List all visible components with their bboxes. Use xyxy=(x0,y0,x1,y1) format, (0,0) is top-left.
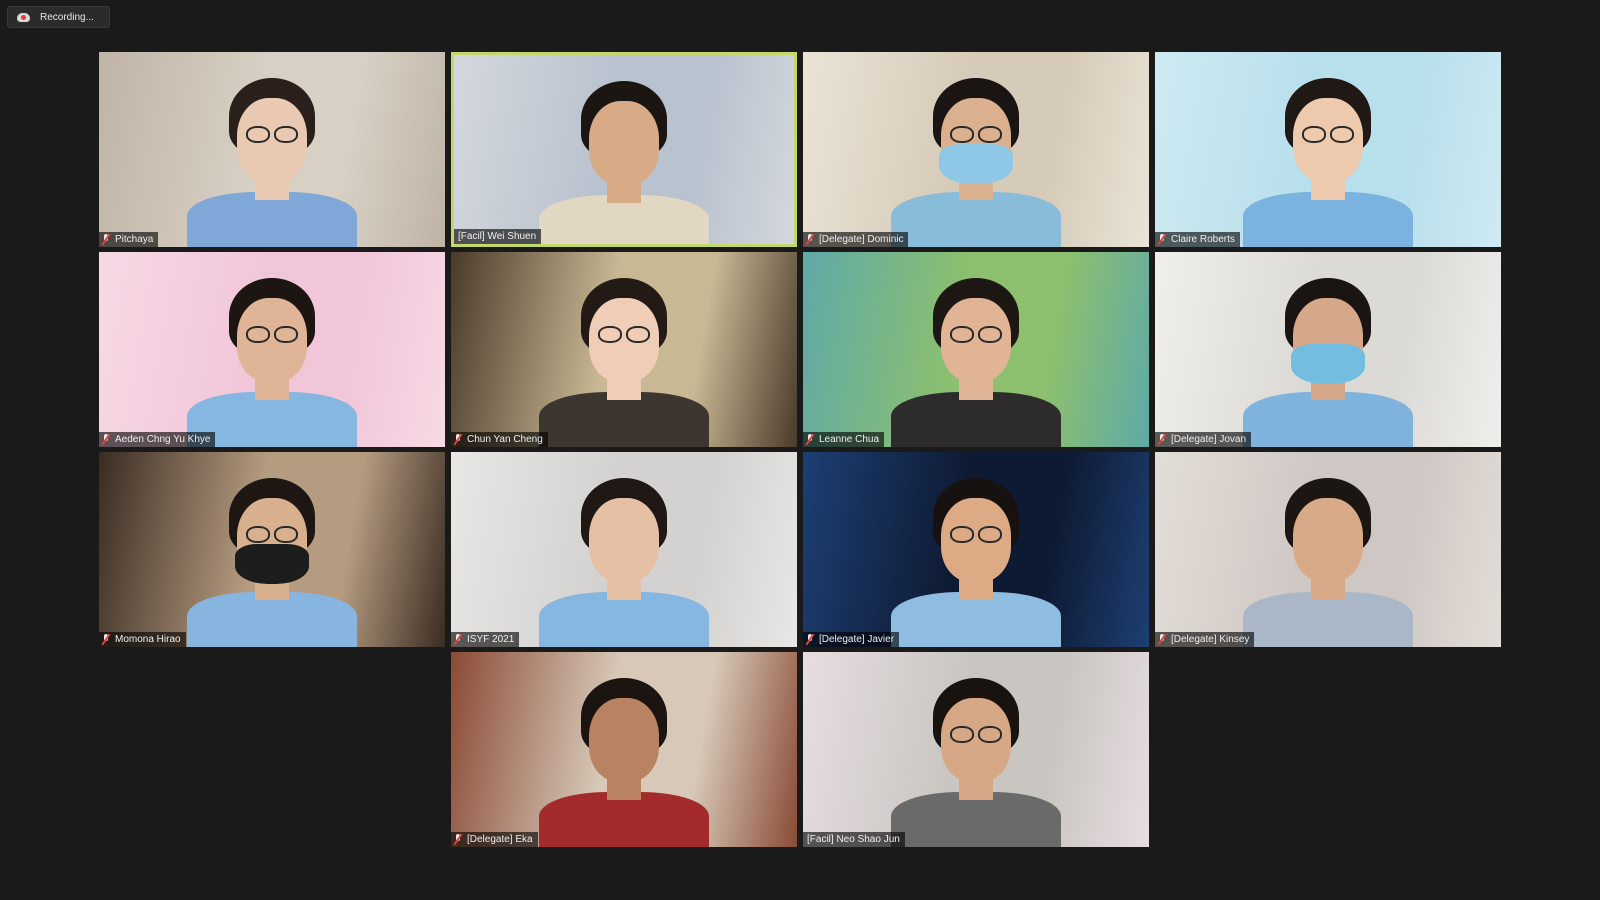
participant-video-person xyxy=(876,252,1076,447)
participant-name: ISYF 2021 xyxy=(467,634,515,645)
participant-video-person xyxy=(524,252,724,447)
participant-video-person xyxy=(876,652,1076,847)
muted-mic-icon xyxy=(453,833,463,846)
participant-name-tag: Claire Roberts xyxy=(1155,232,1240,247)
participant-name-tag: Pitchaya xyxy=(99,232,159,247)
participant-name: [Facil] Wei Shuen xyxy=(458,231,537,242)
participant-name: Claire Roberts xyxy=(1171,234,1235,245)
participant-name: [Delegate] Javier xyxy=(819,634,895,645)
video-call-window: Recording... Pitchaya [Facil] Wei Shuen [D… xyxy=(0,0,1600,900)
participant-name-tag: [Delegate] Dominic xyxy=(803,232,909,247)
glasses xyxy=(246,526,298,543)
participant-name-tag: Leanne Chua xyxy=(803,432,885,447)
participant-video-person xyxy=(524,452,724,647)
participant-name-tag: Aeden Chng Yu Khye xyxy=(99,432,216,447)
participant-tile[interactable]: Chun Yan Cheng xyxy=(451,252,797,447)
participant-tile[interactable]: [Facil] Neo Shao Jun xyxy=(803,652,1149,847)
participant-tile[interactable]: Aeden Chng Yu Khye xyxy=(99,252,445,447)
participant-video-person xyxy=(1228,252,1428,447)
participant-name: Leanne Chua xyxy=(819,434,880,445)
glasses xyxy=(1302,126,1354,143)
participant-name: [Delegate] Dominic xyxy=(819,234,904,245)
participant-name: Pitchaya xyxy=(115,234,154,245)
participant-name-tag: [Facil] Wei Shuen xyxy=(454,229,542,244)
muted-mic-icon xyxy=(101,233,111,246)
recording-label: Recording... xyxy=(40,11,94,23)
glasses xyxy=(950,726,1002,743)
participant-tile[interactable]: [Delegate] Javier xyxy=(803,452,1149,647)
face-mask xyxy=(1291,344,1365,384)
participant-tile[interactable]: [Delegate] Eka xyxy=(451,652,797,847)
muted-mic-icon xyxy=(805,233,815,246)
participant-video-person xyxy=(876,452,1076,647)
participant-tile[interactable]: Leanne Chua xyxy=(803,252,1149,447)
participant-video-person xyxy=(1228,452,1428,647)
participant-tile[interactable]: [Facil] Wei Shuen xyxy=(451,52,797,247)
glasses xyxy=(950,126,1002,143)
participant-name-tag: [Delegate] Javier xyxy=(803,632,900,647)
participant-name: Aeden Chng Yu Khye xyxy=(115,434,211,445)
participant-tile[interactable]: Momona Hirao xyxy=(99,452,445,647)
participant-name: [Delegate] Eka xyxy=(467,834,533,845)
participant-name: [Delegate] Kinsey xyxy=(1171,634,1250,645)
participant-tile[interactable]: [Delegate] Jovan xyxy=(1155,252,1501,447)
muted-mic-icon xyxy=(805,433,815,446)
muted-mic-icon xyxy=(101,433,111,446)
participant-tile[interactable]: Claire Roberts xyxy=(1155,52,1501,247)
participant-video-person xyxy=(1228,52,1428,247)
participant-video-person xyxy=(172,252,372,447)
glasses xyxy=(246,326,298,343)
participant-name-tag: [Facil] Neo Shao Jun xyxy=(803,832,905,847)
participant-name-tag: ISYF 2021 xyxy=(451,632,520,647)
participant-video-person xyxy=(172,452,372,647)
participant-name-tag: [Delegate] Jovan xyxy=(1155,432,1252,447)
participant-name-tag: [Delegate] Eka xyxy=(451,832,538,847)
muted-mic-icon xyxy=(805,633,815,646)
participant-name-tag: [Delegate] Kinsey xyxy=(1155,632,1255,647)
glasses xyxy=(950,526,1002,543)
face-mask xyxy=(235,544,309,584)
cloud-record-icon xyxy=(17,12,30,23)
participant-tile[interactable]: [Delegate] Kinsey xyxy=(1155,452,1501,647)
muted-mic-icon xyxy=(453,633,463,646)
muted-mic-icon xyxy=(1157,233,1167,246)
face-mask xyxy=(939,144,1013,184)
participant-name-tag: Chun Yan Cheng xyxy=(451,432,548,447)
glasses xyxy=(246,126,298,143)
participant-tile[interactable]: Pitchaya xyxy=(99,52,445,247)
muted-mic-icon xyxy=(1157,433,1167,446)
participant-video-person xyxy=(172,52,372,247)
participant-tile[interactable]: ISYF 2021 xyxy=(451,452,797,647)
muted-mic-icon xyxy=(1157,633,1167,646)
participant-video-person xyxy=(524,55,724,244)
glasses xyxy=(950,326,1002,343)
participant-name: [Facil] Neo Shao Jun xyxy=(807,834,900,845)
muted-mic-icon xyxy=(453,433,463,446)
participant-video-person xyxy=(524,652,724,847)
participant-name: [Delegate] Jovan xyxy=(1171,434,1247,445)
participant-name: Momona Hirao xyxy=(115,634,181,645)
recording-indicator[interactable]: Recording... xyxy=(7,6,110,28)
participant-name-tag: Momona Hirao xyxy=(99,632,186,647)
participant-tile[interactable]: [Delegate] Dominic xyxy=(803,52,1149,247)
participant-name: Chun Yan Cheng xyxy=(467,434,543,445)
glasses xyxy=(598,326,650,343)
participant-video-person xyxy=(876,52,1076,247)
muted-mic-icon xyxy=(101,633,111,646)
